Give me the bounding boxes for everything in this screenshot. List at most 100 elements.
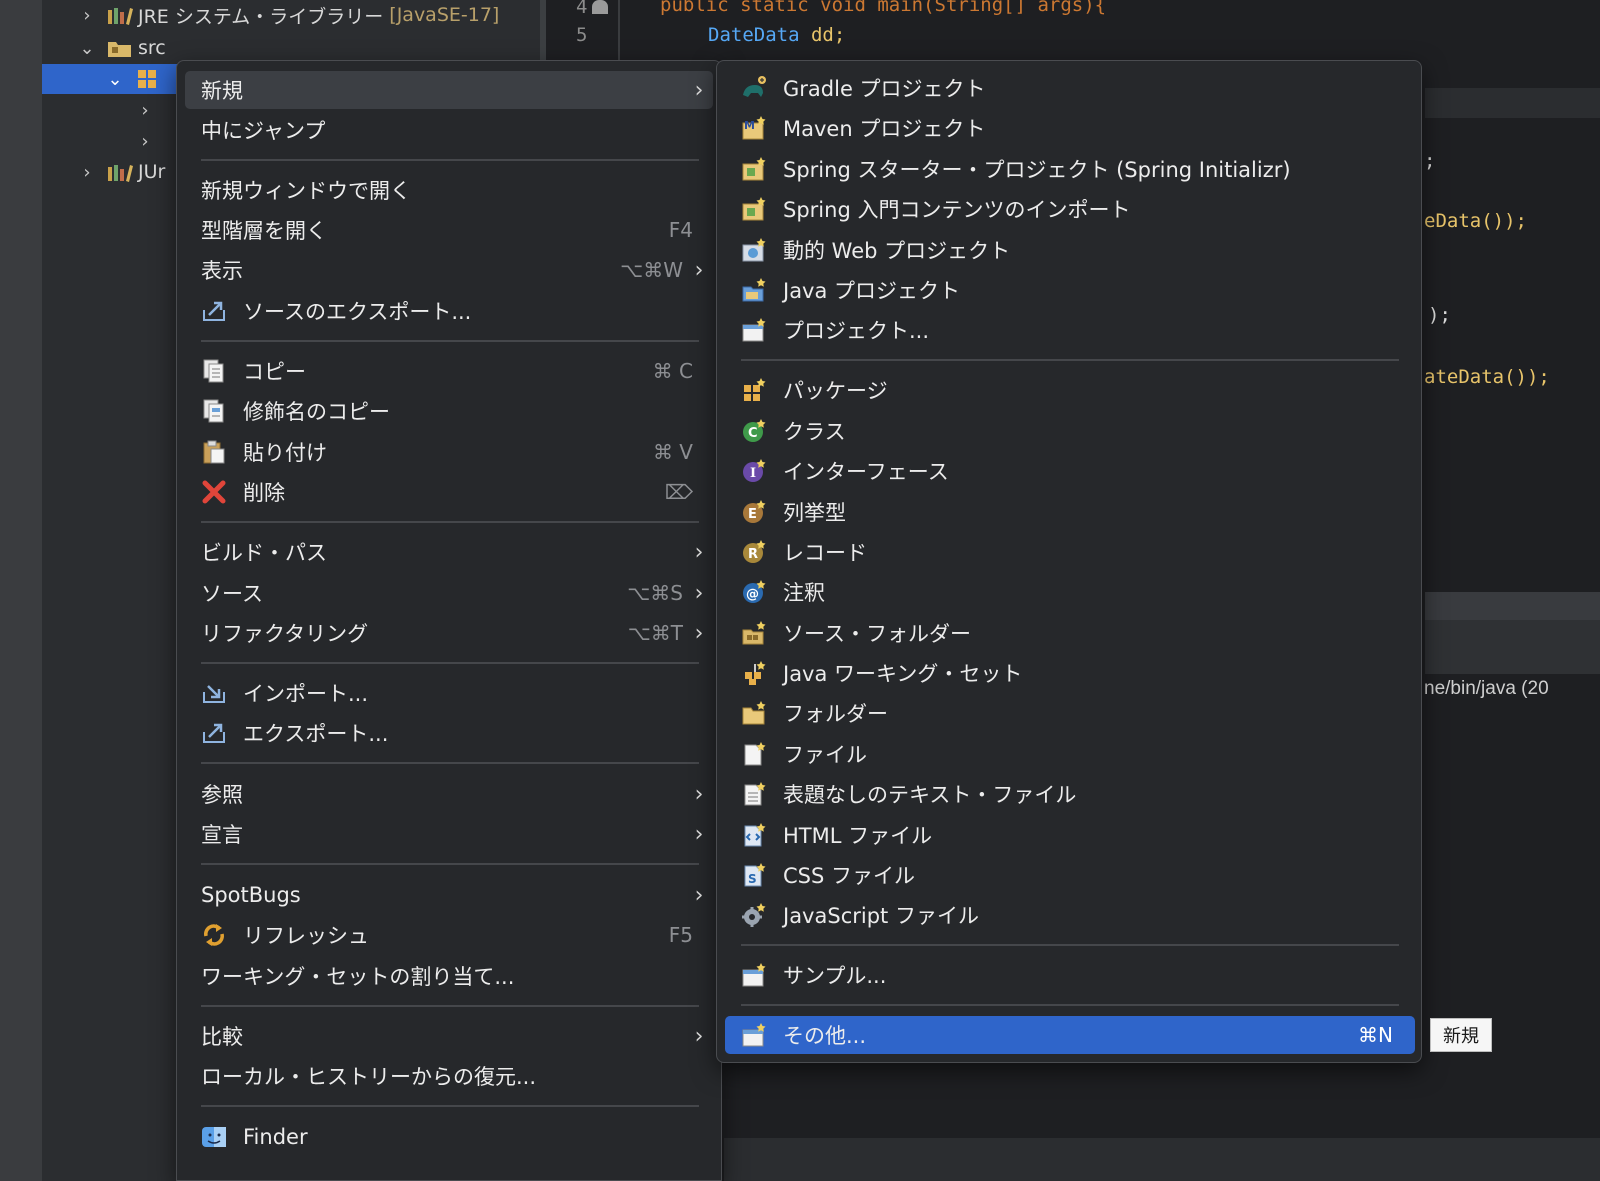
chevron-right-icon: › [694,77,704,103]
menu-item-assign-working-set[interactable]: ワーキング・セットの割り当て... [185,957,713,995]
submenu-item-file[interactable]: ファイル [725,735,1415,773]
menu-item-finder[interactable]: Finder [185,1118,713,1156]
tree-item-junit[interactable]: › JUr [76,157,165,187]
submenu-item-source-folder[interactable]: ソース・フォルダー [725,614,1415,652]
console-bottom [724,1138,1600,1181]
submenu-item-example[interactable]: サンプル... [725,956,1415,994]
menu-item-compare[interactable]: 比較 › [185,1017,713,1055]
submenu-item-label: その他... [783,1024,867,1048]
submenu-item-maven-project[interactable]: M Maven プロジェクト [725,109,1415,147]
maven-icon: M [741,115,767,141]
submenu-item-java-project[interactable]: Java プロジェクト [725,271,1415,309]
submenu-item-project[interactable]: プロジェクト... [725,311,1415,349]
menu-item-build-path[interactable]: ビルド・パス › [185,533,713,571]
tree-item-collapsed[interactable]: › [134,126,156,156]
submenu-item-css-file[interactable]: S CSS ファイル [725,856,1415,894]
menu-item-show-in[interactable]: 表示 ⌥⌘W › [185,251,713,289]
menu-item-label: エクスポート... [243,722,389,746]
submenu-item-spring-starter[interactable]: Spring スターター・プロジェクト (Spring Initializr) [725,150,1415,188]
submenu-item-other[interactable]: その他... ⌘N [725,1016,1415,1054]
submenu-item-label: Gradle プロジェクト [783,77,986,101]
shortcut-label: ⌥⌘T [627,621,683,645]
shortcut-label: ⌥⌘S [627,581,683,605]
chevron-down-icon[interactable]: ⌄ [76,38,98,59]
submenu-item-annotation[interactable]: @ 注釈 [725,573,1415,611]
menu-item-export-source[interactable]: ソースのエクスポート... [185,292,713,330]
jre-version: [JavaSE-17] [389,4,500,26]
tree-item-package[interactable]: ⌄ [104,64,166,94]
chevron-down-icon[interactable]: ⌄ [104,69,126,90]
menu-item-refresh[interactable]: リフレッシュ F5 [185,916,713,954]
css-file-icon: S [741,862,767,888]
submenu-item-java-working-set[interactable]: Java ワーキング・セット [725,654,1415,692]
submenu-item-javascript-file[interactable]: JavaScript ファイル [725,896,1415,934]
submenu-item-interface[interactable]: I インターフェース [725,452,1415,490]
tree-item-collapsed[interactable]: › [134,95,156,125]
menu-item-delete[interactable]: 削除 ⌦ [185,473,713,511]
menu-item-copy[interactable]: コピー ⌘ C [185,352,713,390]
export-icon [201,720,227,746]
menu-item-label: 宣言 [201,823,243,847]
submenu-item-dynamic-web[interactable]: 動的 Web プロジェクト [725,231,1415,269]
menu-item-label: ワーキング・セットの割り当て... [201,965,515,989]
menu-item-label: 参照 [201,783,243,807]
submenu-item-enum[interactable]: E 列挙型 [725,493,1415,531]
menu-separator [201,159,699,161]
menu-item-new[interactable]: 新規 › [185,71,713,109]
submenu-item-folder[interactable]: フォルダー [725,694,1415,732]
chevron-right-icon: › [694,539,704,565]
submenu-item-package[interactable]: パッケージ [725,371,1415,409]
tree-item-jre[interactable]: › JRE システム・ライブラリー [JavaSE-17] [76,0,499,30]
tree-item-label: JRE システム・ライブラリー [138,5,384,28]
chevron-right-icon[interactable]: › [134,131,156,152]
chevron-right-icon[interactable]: › [76,5,98,26]
submenu-item-gradle-project[interactable]: Gradle プロジェクト [725,69,1415,107]
submenu-item-label: 列挙型 [783,501,846,525]
menu-item-spotbugs[interactable]: SpotBugs › [185,876,713,914]
submenu-item-label: ソース・フォルダー [783,622,971,646]
text-file-icon [741,781,767,807]
chevron-right-icon: › [694,821,704,847]
menu-item-label: ビルド・パス [201,541,327,565]
console-text: ne/bin/java (20 [1424,678,1549,699]
menu-item-import[interactable]: インポート... [185,674,713,712]
source-folder-icon [741,620,767,646]
copy-icon [201,358,227,384]
submenu-item-label: ファイル [783,743,867,767]
gutter-line [618,0,620,60]
submenu-item-class[interactable]: C クラス [725,412,1415,450]
submenu-separator [741,944,1399,946]
submenu-item-label: JavaScript ファイル [783,904,979,928]
wizard-icon [741,1022,767,1048]
submenu-item-html-file[interactable]: HTML ファイル [725,816,1415,854]
submenu-item-spring-import[interactable]: Spring 入門コンテンツのインポート [725,190,1415,228]
new-project-icon [741,317,767,343]
export-icon [201,298,227,324]
menu-separator [201,662,699,664]
menu-item-export[interactable]: エクスポート... [185,714,713,752]
menu-item-paste[interactable]: 貼り付け ⌘ V [185,433,713,471]
menu-item-refactor[interactable]: リファクタリング ⌥⌘T › [185,614,713,652]
shortcut-label: ⌘ C [652,359,693,383]
menu-item-go-into[interactable]: 中にジャンプ [185,111,713,149]
chevron-right-icon[interactable]: › [76,162,98,183]
chevron-right-icon[interactable]: › [134,100,156,121]
submenu-item-label: Java ワーキング・セット [783,662,1023,686]
import-icon [201,680,227,706]
panel-header [1425,592,1600,620]
menu-item-open-type-hierarchy[interactable]: 型階層を開く F4 [185,211,713,249]
menu-item-references[interactable]: 参照 › [185,775,713,813]
menu-item-restore-local-history[interactable]: ローカル・ヒストリーからの復元... [185,1057,713,1095]
svg-text:E: E [748,507,757,522]
menu-item-open-new-window[interactable]: 新規ウィンドウで開く [185,171,713,209]
source-folder-icon [106,37,134,59]
tree-item-src[interactable]: ⌄ src [76,33,165,63]
annotation-icon: @ [741,579,767,605]
menu-item-source[interactable]: ソース ⌥⌘S › [185,574,713,612]
submenu-item-label: インターフェース [783,460,949,484]
collapse-icon[interactable] [592,0,608,14]
menu-item-copy-qualified-name[interactable]: 修飾名のコピー [185,392,713,430]
submenu-item-record[interactable]: R レコード [725,533,1415,571]
menu-item-declarations[interactable]: 宣言 › [185,815,713,853]
submenu-item-untitled-text-file[interactable]: 表題なしのテキスト・ファイル [725,775,1415,813]
